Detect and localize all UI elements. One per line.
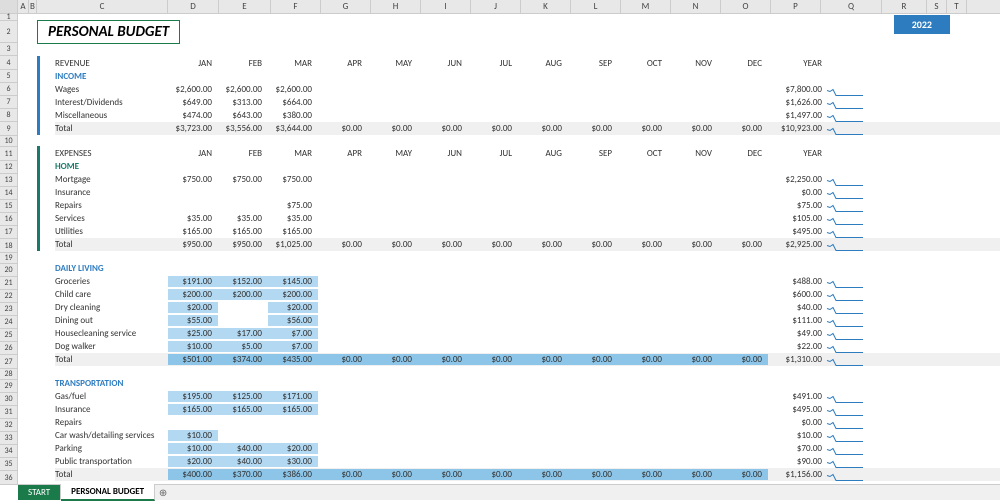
sparkline [826, 110, 866, 121]
month-header: JAN [168, 58, 218, 69]
sparkline [826, 456, 866, 467]
table-row[interactable]: Miscellaneous$474.00$643.00$380.00$1,497… [55, 109, 1000, 122]
sparkline [826, 123, 866, 134]
table-row[interactable]: Public transportation$20.00$40.00$30.00$… [55, 455, 1000, 468]
sparkline [826, 174, 866, 185]
sparkline [826, 328, 866, 339]
sparkline [826, 289, 866, 300]
month-header: JUN [418, 148, 468, 159]
month-header: MAR [268, 58, 318, 69]
table-row[interactable]: Services$35.00$35.00$35.00$105.00 [55, 212, 1000, 225]
total-row[interactable]: Total$400.00$370.00$386.00$0.00$0.00$0.0… [55, 468, 1000, 481]
month-header: DEC [718, 148, 768, 159]
month-header: SEP [568, 148, 618, 159]
month-header: OCT [618, 58, 668, 69]
month-header: JUN [418, 58, 468, 69]
add-sheet-button[interactable]: ⊕ [155, 486, 171, 499]
sparkline [826, 404, 866, 415]
month-header: AUG [518, 148, 568, 159]
sheet-tabs: START PERSONAL BUDGET ⊕ [18, 484, 1000, 500]
tab-personal-budget[interactable]: PERSONAL BUDGET [61, 484, 155, 501]
sparkline [826, 200, 866, 211]
month-header: DEC [718, 58, 768, 69]
tab-start[interactable]: START [18, 485, 61, 500]
page-title: PERSONAL BUDGET [37, 20, 180, 44]
daily-living-category: DAILY LIVING [55, 262, 1000, 275]
sparkline [826, 443, 866, 454]
table-row[interactable]: Insurance$0.00 [55, 186, 1000, 199]
month-header: MAY [368, 148, 418, 159]
table-row[interactable]: Repairs$75.00$75.00 [55, 199, 1000, 212]
row-headers[interactable]: 1234567891011121314151617181920212223242… [0, 14, 18, 485]
month-header: JUL [468, 58, 518, 69]
month-header: NOV [668, 148, 718, 159]
total-row[interactable]: Total$501.00$374.00$435.00$0.00$0.00$0.0… [55, 353, 1000, 366]
table-row[interactable]: Dog walker$10.00$5.00$7.00$22.00 [55, 340, 1000, 353]
sparkline [826, 97, 866, 108]
sparkline [826, 430, 866, 441]
month-header: APR [318, 148, 368, 159]
sparkline [826, 213, 866, 224]
month-header: MAY [368, 58, 418, 69]
sparkline [826, 276, 866, 287]
table-row[interactable]: Repairs$0.00 [55, 416, 1000, 429]
expenses-header: EXPENSES [55, 148, 168, 159]
sparkline [826, 315, 866, 326]
month-header: JUL [468, 148, 518, 159]
revenue-header: REVENUE [55, 58, 168, 69]
spreadsheet-area[interactable]: PERSONAL BUDGET 2022 REVENUEJANFEBMARAPR… [18, 14, 1000, 484]
sparkline [826, 469, 866, 480]
table-row[interactable]: Child care$200.00$200.00$200.00$600.00 [55, 288, 1000, 301]
sparkline [826, 417, 866, 428]
table-row[interactable]: Gas/fuel$195.00$125.00$171.00$491.00 [55, 390, 1000, 403]
month-header: MAR [268, 148, 318, 159]
year-col-header: YEAR [768, 58, 826, 69]
column-headers[interactable]: ABCDEFGHIJKLMNOPQRST [0, 0, 1000, 14]
transportation-category: TRANSPORTATION [55, 377, 1000, 390]
table-row[interactable]: Housecleaning service$25.00$17.00$7.00$4… [55, 327, 1000, 340]
sparkline [826, 302, 866, 313]
home-category: HOME [55, 160, 1000, 173]
table-row[interactable]: Groceries$191.00$152.00$145.00$488.00 [55, 275, 1000, 288]
month-header: JAN [168, 148, 218, 159]
month-header: FEB [218, 58, 268, 69]
table-row[interactable]: Utilities$165.00$165.00$165.00$495.00 [55, 225, 1000, 238]
sparkline [826, 354, 866, 365]
month-header: AUG [518, 58, 568, 69]
table-row[interactable]: Car wash/detailing services$10.00$10.00 [55, 429, 1000, 442]
sparkline [826, 226, 866, 237]
sparkline [826, 187, 866, 198]
sparkline [826, 239, 866, 250]
table-row[interactable]: Interest/Dividends$649.00$313.00$664.00$… [55, 96, 1000, 109]
month-header: APR [318, 58, 368, 69]
sparkline [826, 84, 866, 95]
table-row[interactable]: Parking$10.00$40.00$20.00$70.00 [55, 442, 1000, 455]
month-header: SEP [568, 58, 618, 69]
sparkline [826, 341, 866, 352]
table-row[interactable]: Mortgage$750.00$750.00$750.00$2,250.00 [55, 173, 1000, 186]
section-bar-revenue [37, 56, 40, 135]
income-category: INCOME [55, 70, 1000, 83]
year-badge: 2022 [894, 15, 950, 34]
section-bar-expenses [37, 146, 40, 251]
table-row[interactable]: Dry cleaning$20.00$20.00$40.00 [55, 301, 1000, 314]
total-row[interactable]: Total$950.00$950.00$1,025.00$0.00$0.00$0… [55, 238, 1000, 251]
month-header: FEB [218, 148, 268, 159]
table-row[interactable]: Insurance$165.00$165.00$165.00$495.00 [55, 403, 1000, 416]
total-row[interactable]: Total$3,723.00$3,556.00$3,644.00$0.00$0.… [55, 122, 1000, 135]
table-row[interactable]: Dining out$55.00$56.00$111.00 [55, 314, 1000, 327]
month-header: OCT [618, 148, 668, 159]
table-row[interactable]: Wages$2,600.00$2,600.00$2,600.00$7,800.0… [55, 83, 1000, 96]
month-header: NOV [668, 58, 718, 69]
sparkline [826, 391, 866, 402]
